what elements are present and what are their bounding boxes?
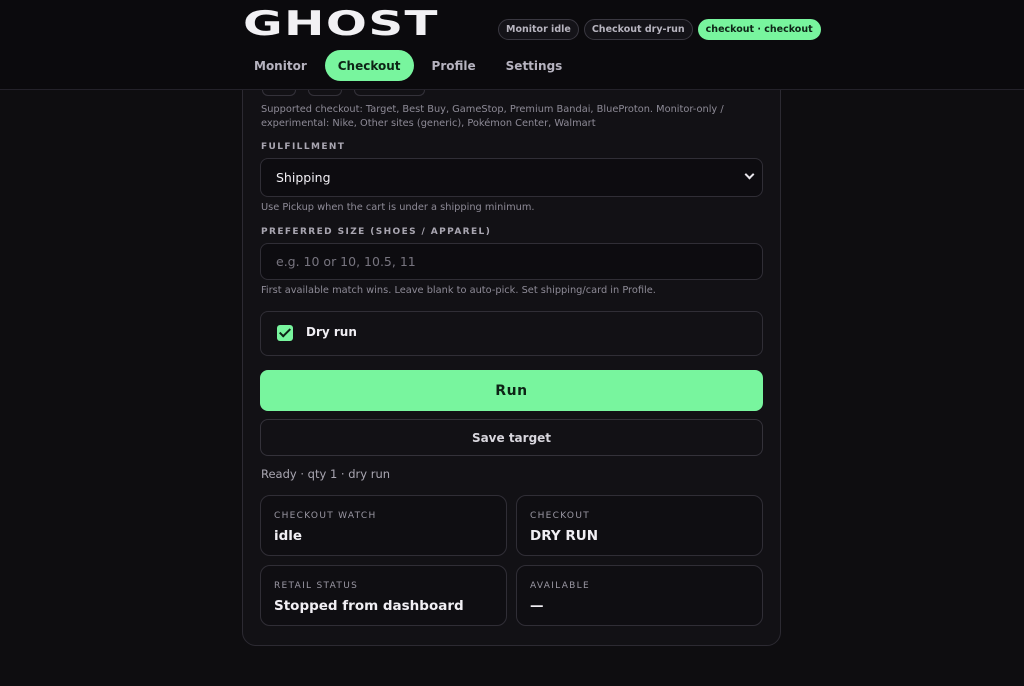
pill-current-mode: checkout · checkout — [697, 19, 821, 40]
stat-label: AVAILABLE — [530, 581, 590, 591]
dry-run-toggle[interactable]: Dry run — [260, 311, 763, 356]
tab-monitor[interactable]: Monitor — [242, 50, 319, 81]
pill-monitor-status: Monitor idle — [498, 19, 579, 40]
main-nav: Monitor Checkout Profile Settings — [242, 50, 580, 81]
tab-checkout[interactable]: Checkout — [324, 50, 414, 81]
dry-run-label: Dry run — [306, 325, 357, 339]
stat-retail-status: RETAIL STATUS Stopped from dashboard — [260, 565, 507, 626]
app-logo: GHOST — [243, 4, 439, 44]
chevron-down-icon — [744, 169, 755, 180]
fulfillment-selected-value: Shipping — [276, 170, 331, 185]
dry-run-checkbox[interactable] — [277, 325, 293, 341]
stat-label: RETAIL STATUS — [274, 581, 359, 591]
stat-label: CHECKOUT WATCH — [274, 511, 377, 521]
size-help: First available match wins. Leave blank … — [261, 285, 656, 296]
fulfillment-help: Use Pickup when the cart is under a ship… — [261, 202, 535, 213]
size-label: PREFERRED SIZE (SHOES / APPAREL) — [261, 227, 492, 237]
stat-label: CHECKOUT — [530, 511, 591, 521]
stat-value: idle — [274, 528, 303, 544]
fulfillment-label: FULFILLMENT — [261, 142, 346, 152]
status-pills: Monitor idle Checkout dry-run checkout ·… — [498, 19, 821, 40]
app-header: GHOST Monitor idle Checkout dry-run chec… — [0, 0, 1024, 90]
run-button[interactable]: Run — [260, 370, 763, 411]
size-input[interactable]: e.g. 10 or 10, 10.5, 11 — [260, 243, 763, 280]
status-text: Ready · qty 1 · dry run — [261, 467, 391, 481]
tab-settings[interactable]: Settings — [494, 50, 575, 81]
pill-checkout-status: Checkout dry-run — [583, 19, 693, 40]
stat-value: Stopped from dashboard — [274, 598, 464, 614]
stat-available: AVAILABLE — — [516, 565, 763, 626]
stat-value: DRY RUN — [530, 528, 598, 544]
size-placeholder: e.g. 10 or 10, 10.5, 11 — [276, 254, 416, 269]
stat-checkout: CHECKOUT DRY RUN — [516, 495, 763, 556]
supported-sites-help: Supported checkout: Target, Best Buy, Ga… — [261, 104, 724, 129]
stat-checkout-watch: CHECKOUT WATCH idle — [260, 495, 507, 556]
stat-value: — — [530, 598, 544, 614]
save-target-button[interactable]: Save target — [260, 419, 763, 456]
fulfillment-select[interactable]: Shipping — [260, 158, 763, 197]
tab-profile[interactable]: Profile — [420, 50, 488, 81]
